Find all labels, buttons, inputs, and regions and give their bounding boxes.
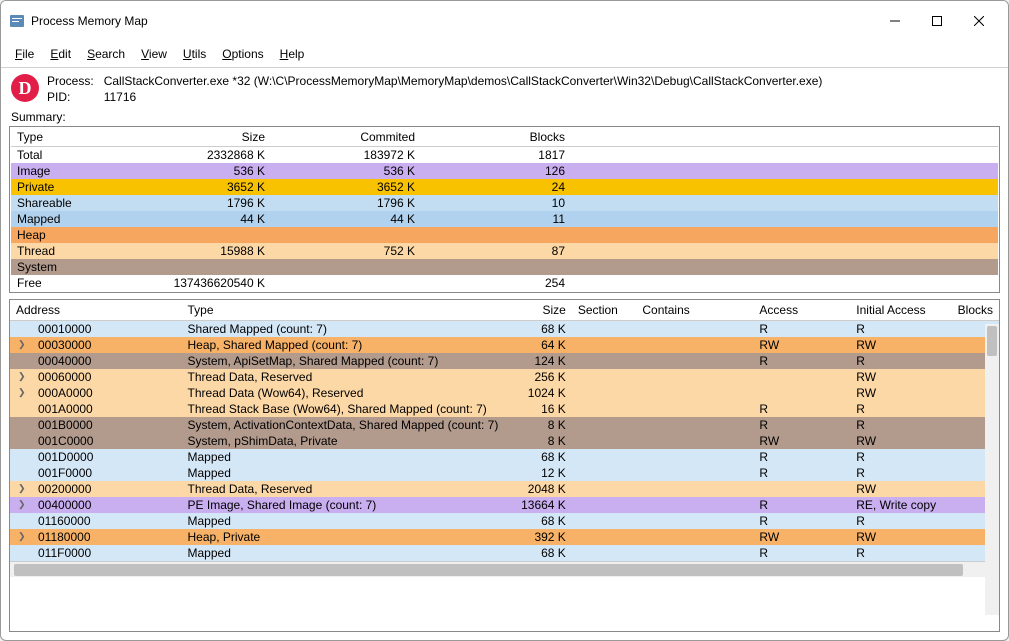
summary-row[interactable]: Shareable1796 K1796 K10	[11, 195, 998, 211]
expand-icon[interactable]: ❯	[18, 387, 30, 399]
expand-icon[interactable]: ❯	[18, 483, 30, 495]
col-address[interactable]: Address	[10, 300, 182, 321]
app-window: Process Memory Map File Edit Search View…	[0, 0, 1009, 641]
summary-header-blocks[interactable]: Blocks	[421, 128, 571, 147]
menu-options[interactable]: Options	[214, 43, 271, 65]
table-row[interactable]: 00040000System, ApiSetMap, Shared Mapped…	[10, 353, 999, 369]
process-value: CallStackConverter.exe *32 (W:\C\Process…	[104, 74, 823, 88]
summary-row[interactable]: Mapped44 K44 K11	[11, 211, 998, 227]
table-row[interactable]: 001D0000Mapped68 KRR	[10, 449, 999, 465]
col-blocks[interactable]: Blocks	[951, 300, 999, 321]
menu-utils[interactable]: Utils	[175, 43, 214, 65]
menu-search[interactable]: Search	[79, 43, 133, 65]
table-row[interactable]: ❯00060000Thread Data, Reserved256 KRW	[10, 369, 999, 385]
menubar: File Edit Search View Utils Options Help	[1, 41, 1008, 68]
app-icon	[9, 13, 25, 29]
expand-icon[interactable]: ❯	[18, 339, 30, 351]
col-access[interactable]: Access	[753, 300, 850, 321]
table-row[interactable]: 01160000Mapped68 KRR	[10, 513, 999, 529]
table-row[interactable]: 001C0000System, pShimData, Private8 KRWR…	[10, 433, 999, 449]
memory-table: Address Type Size Section Contains Acces…	[9, 299, 1000, 632]
menu-file[interactable]: File	[7, 43, 42, 65]
table-row[interactable]: 001A0000Thread Stack Base (Wow64), Share…	[10, 401, 999, 417]
table-row[interactable]: ❯00400000PE Image, Shared Image (count: …	[10, 497, 999, 513]
process-logo: D	[11, 74, 39, 102]
process-label: Process:	[47, 74, 94, 88]
window-controls	[874, 7, 1000, 35]
expand-icon[interactable]: ❯	[18, 499, 30, 511]
summary-row[interactable]: Thread15988 K752 K87	[11, 243, 998, 259]
table-row[interactable]: 001F0000Mapped12 KRR	[10, 465, 999, 481]
summary-row[interactable]: Total2332868 K183972 K1817	[11, 147, 998, 164]
table-row[interactable]: 011F0000Mapped68 KRR	[10, 545, 999, 561]
summary-header-size[interactable]: Size	[151, 128, 271, 147]
summary-label: Summary:	[1, 110, 1008, 126]
summary-row[interactable]: Private3652 K3652 K24	[11, 179, 998, 195]
expand-icon[interactable]: ❯	[18, 531, 30, 543]
col-type[interactable]: Type	[182, 300, 508, 321]
menu-edit[interactable]: Edit	[42, 43, 79, 65]
table-row[interactable]: ❯00200000Thread Data, Reserved2048 KRW3	[10, 481, 999, 497]
expand-icon[interactable]: ❯	[18, 371, 30, 383]
process-info: D Process: CallStackConverter.exe *32 (W…	[1, 68, 1008, 110]
table-row[interactable]: ❯00030000Heap, Shared Mapped (count: 7)6…	[10, 337, 999, 353]
table-row[interactable]: 00010000Shared Mapped (count: 7)68 KRR	[10, 321, 999, 338]
menu-help[interactable]: Help	[272, 43, 313, 65]
pid-label: PID:	[47, 90, 94, 104]
summary-row[interactable]: Image536 K536 K126	[11, 163, 998, 179]
col-contains[interactable]: Contains	[636, 300, 753, 321]
pid-value: 11716	[104, 90, 823, 104]
vertical-scrollbar[interactable]	[985, 324, 999, 615]
summary-row[interactable]: Heap	[11, 227, 998, 243]
table-row[interactable]: ❯000A0000Thread Data (Wow64), Reserved10…	[10, 385, 999, 401]
minimize-button[interactable]	[874, 7, 916, 35]
col-size[interactable]: Size	[507, 300, 572, 321]
summary-row[interactable]: System	[11, 259, 998, 275]
maximize-button[interactable]	[916, 7, 958, 35]
table-row[interactable]: ❯01180000Heap, Private392 KRWRW	[10, 529, 999, 545]
titlebar: Process Memory Map	[1, 1, 1008, 41]
menu-view[interactable]: View	[133, 43, 175, 65]
close-button[interactable]	[958, 7, 1000, 35]
horizontal-scrollbar[interactable]	[10, 561, 999, 577]
summary-header-commited[interactable]: Commited	[271, 128, 421, 147]
window-title: Process Memory Map	[31, 14, 874, 28]
col-initial-access[interactable]: Initial Access	[850, 300, 951, 321]
summary-header-type[interactable]: Type	[11, 128, 151, 147]
summary-table: Type Size Commited Blocks Total2332868 K…	[9, 126, 1000, 293]
table-row[interactable]: 001B0000System, ActivationContextData, S…	[10, 417, 999, 433]
col-section[interactable]: Section	[572, 300, 637, 321]
summary-row[interactable]: Free137436620540 K254	[11, 275, 998, 291]
